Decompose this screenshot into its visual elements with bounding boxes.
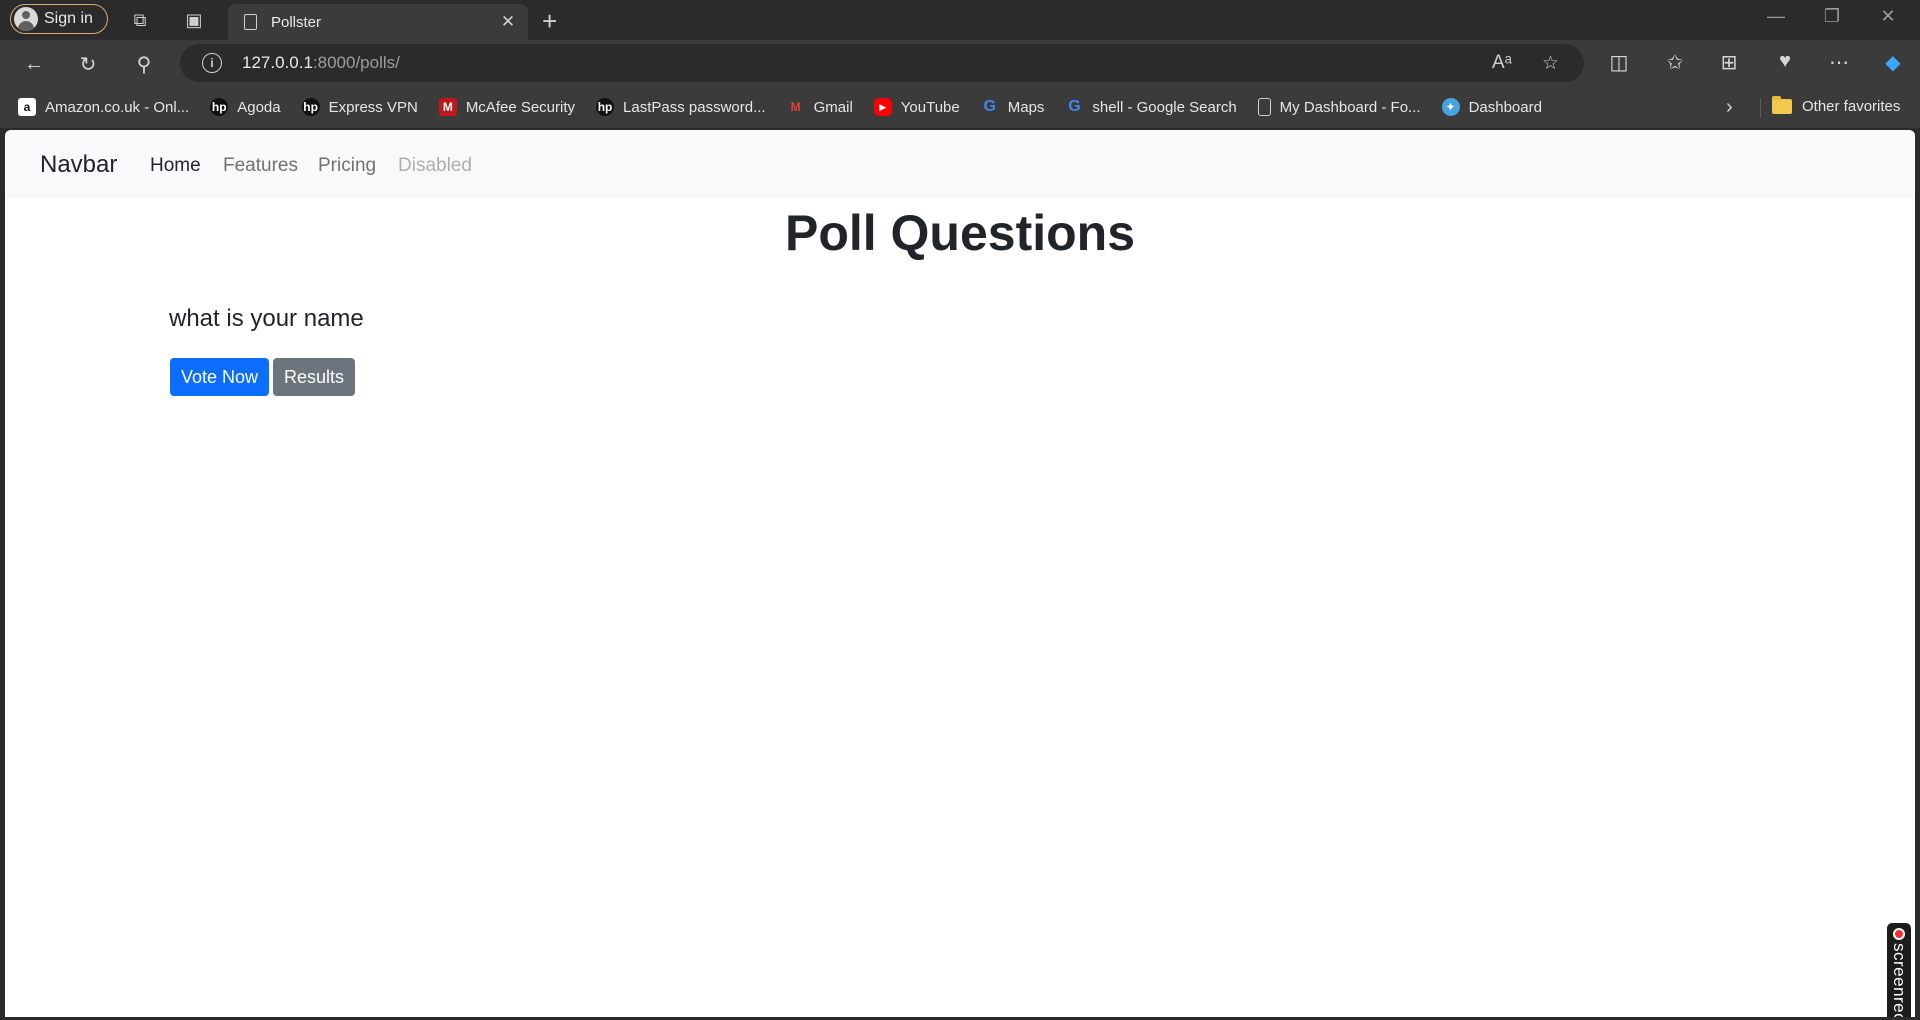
- dashboard-icon: ✦: [1441, 98, 1460, 116]
- tab-actions-icon[interactable]: ▣: [182, 8, 206, 32]
- amazon-icon: a: [18, 98, 36, 116]
- sign-in-button[interactable]: Sign in: [10, 4, 108, 34]
- profile-avatar-icon: [14, 7, 38, 31]
- other-favorites-label: Other favorites: [1802, 98, 1901, 115]
- address-url[interactable]: 127.0.0.1:8000/polls/: [242, 53, 400, 73]
- results-button[interactable]: Results: [273, 358, 356, 396]
- more-options-icon[interactable]: ⋯: [1824, 50, 1854, 75]
- browser-essentials-icon[interactable]: ♥: [1770, 50, 1800, 73]
- screenrec-label: screenrec: [1890, 943, 1909, 1017]
- youtube-icon: ▶: [873, 98, 892, 116]
- page-viewport: Navbar Home Features Pricing Disabled Po…: [5, 130, 1915, 1017]
- minimize-icon[interactable]: —: [1754, 6, 1798, 27]
- page-title: Poll Questions: [784, 205, 1136, 261]
- search-icon[interactable]: ⚲: [130, 50, 158, 78]
- favorite-star-icon[interactable]: ☆: [1542, 52, 1559, 75]
- collections-icon[interactable]: ⊞: [1714, 50, 1744, 75]
- record-icon: [1893, 928, 1905, 940]
- favorites-icon[interactable]: ✩: [1660, 50, 1690, 75]
- read-aloud-icon[interactable]: Aᵃ: [1492, 52, 1512, 74]
- tab-title: Pollster: [271, 13, 322, 31]
- back-icon[interactable]: ←: [20, 50, 48, 78]
- favorite-item[interactable]: hp Express VPN: [301, 98, 418, 116]
- google-icon: G: [983, 98, 996, 115]
- favorite-item[interactable]: G Maps: [981, 98, 1045, 116]
- other-favorites-folder[interactable]: Other favorites: [1772, 96, 1901, 115]
- refresh-icon[interactable]: ↻: [74, 50, 102, 78]
- hp-icon: hp: [301, 98, 320, 116]
- address-bar[interactable]: i 127.0.0.1:8000/polls/ Aᵃ ☆: [180, 44, 1584, 82]
- page-favicon-icon: [244, 14, 257, 30]
- close-window-icon[interactable]: ✕: [1866, 6, 1910, 27]
- favorite-item[interactable]: hp Agoda: [210, 98, 281, 116]
- nav-link-home[interactable]: Home: [150, 155, 201, 177]
- new-tab-icon[interactable]: +: [542, 6, 557, 37]
- screenrec-widget[interactable]: screenrec: [1887, 923, 1911, 1017]
- navbar-brand[interactable]: Navbar: [40, 151, 117, 179]
- favorite-item[interactable]: M McAfee Security: [438, 98, 575, 116]
- gmail-icon: M: [790, 100, 801, 114]
- favorites-divider: [1760, 98, 1761, 118]
- nav-link-features[interactable]: Features: [223, 155, 298, 177]
- favorite-item[interactable]: M Gmail: [787, 98, 853, 116]
- favorite-item[interactable]: Gshell - Google Search: [1065, 98, 1236, 116]
- page-icon: [1257, 98, 1271, 116]
- folder-icon: [1772, 96, 1792, 114]
- mcafee-icon: M: [438, 98, 457, 116]
- chevron-right-icon[interactable]: ›: [1726, 96, 1733, 119]
- nav-link-disabled: Disabled: [398, 155, 472, 176]
- browser-titlebar: Sign in ⧉ ▣ Pollster ✕ + — ❐ ✕: [0, 0, 1920, 40]
- hp-icon: hp: [596, 98, 615, 116]
- nav-link-pricing[interactable]: Pricing: [318, 155, 376, 177]
- favorite-item[interactable]: My Dashboard - Fo...: [1257, 98, 1421, 116]
- tab-pollster[interactable]: Pollster ✕: [228, 4, 528, 40]
- favorites-bar: a Amazon.co.uk - Onl... hp Agoda hp Express…: [0, 86, 1920, 128]
- sign-in-label: Sign in: [44, 10, 93, 27]
- workspaces-icon[interactable]: ⧉: [128, 8, 152, 32]
- poll-question-text: what is your name: [169, 305, 364, 332]
- site-info-icon[interactable]: i: [202, 53, 222, 73]
- google-icon: G: [1068, 98, 1081, 115]
- close-tab-icon[interactable]: ✕: [496, 12, 520, 32]
- split-screen-icon[interactable]: ◫: [1604, 50, 1634, 75]
- favorite-item[interactable]: ✦ Dashboard: [1441, 98, 1542, 116]
- copilot-icon[interactable]: ◆: [1878, 50, 1908, 75]
- restore-icon[interactable]: ❐: [1810, 6, 1854, 27]
- vote-now-button[interactable]: Vote Now: [170, 358, 270, 396]
- favorite-item[interactable]: ▶ YouTube: [873, 98, 960, 116]
- hp-icon: hp: [210, 98, 229, 116]
- site-navbar: Navbar Home Features Pricing Disabled: [5, 130, 1915, 198]
- favorite-item[interactable]: a Amazon.co.uk - Onl...: [18, 98, 189, 116]
- favorite-item[interactable]: hp LastPass password...: [596, 98, 766, 116]
